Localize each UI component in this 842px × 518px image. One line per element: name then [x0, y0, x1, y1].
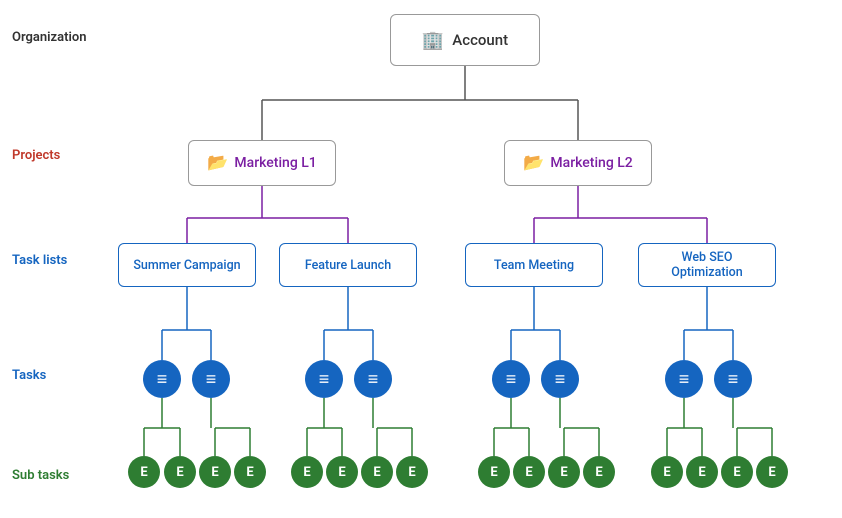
task-circle-7	[665, 360, 703, 398]
label-organization: Organization	[12, 30, 86, 45]
e-icon-7	[373, 465, 380, 480]
e-icon-6	[338, 465, 345, 480]
task-circle-2	[192, 360, 230, 398]
subtask-circle-16	[756, 456, 788, 488]
account-node: 🏢 Account	[390, 14, 540, 66]
task-circle-5	[492, 360, 530, 398]
project-l2-label: Marketing L2	[550, 155, 632, 171]
project-l1-node: 📂 Marketing L1	[188, 140, 336, 186]
subtask-circle-9	[478, 456, 510, 488]
e-icon-2	[176, 465, 183, 480]
tasklist-feature-launch: Feature Launch	[279, 243, 417, 287]
task-circle-3	[305, 360, 343, 398]
e-icon-15	[733, 465, 740, 480]
project-l1-label: Marketing L1	[234, 155, 316, 171]
account-label: Account	[452, 31, 508, 49]
e-icon-13	[663, 465, 670, 480]
task-circle-1	[143, 360, 181, 398]
e-icon-1	[140, 465, 147, 480]
e-icon-3	[211, 465, 218, 480]
task-circle-8	[714, 360, 752, 398]
list-icon-5	[506, 369, 517, 390]
list-icon-8	[728, 369, 739, 390]
e-icon-9	[490, 465, 497, 480]
label-tasks: Tasks	[12, 368, 46, 383]
tasklist-3-label: Team Meeting	[494, 258, 574, 273]
e-icon-16	[768, 465, 775, 480]
list-icon-7	[679, 369, 690, 390]
list-icon-4	[368, 369, 379, 390]
e-icon-10	[525, 465, 532, 480]
e-icon-12	[595, 465, 602, 480]
list-icon-1	[157, 369, 168, 390]
list-icon-6	[555, 369, 566, 390]
tasklist-summer-campaign: Summer Campaign	[118, 243, 256, 287]
subtask-circle-5	[291, 456, 323, 488]
subtask-circle-12	[583, 456, 615, 488]
task-circle-6	[541, 360, 579, 398]
label-tasklists: Task lists	[12, 253, 67, 268]
tasklist-1-label: Summer Campaign	[133, 258, 240, 273]
e-icon-8	[408, 465, 415, 480]
e-icon-11	[560, 465, 567, 480]
subtask-circle-14	[686, 456, 718, 488]
list-icon-3	[319, 369, 330, 390]
label-subtasks: Sub tasks	[12, 468, 69, 483]
subtask-circle-1	[128, 456, 160, 488]
e-icon-14	[698, 465, 705, 480]
subtask-circle-6	[326, 456, 358, 488]
tasklist-web-seo: Web SEO Optimization	[638, 243, 776, 287]
tasklist-team-meeting: Team Meeting	[465, 243, 603, 287]
subtask-circle-2	[164, 456, 196, 488]
subtask-circle-7	[361, 456, 393, 488]
tasklist-4-label: Web SEO Optimization	[645, 250, 769, 280]
subtask-circle-4	[234, 456, 266, 488]
project-l2-node: 📂 Marketing L2	[504, 140, 652, 186]
list-icon-2	[206, 369, 217, 390]
diagram-container: Organization Projects Task lists Tasks S…	[0, 0, 842, 518]
folder-icon-l1: 📂	[207, 153, 228, 173]
subtask-circle-8	[396, 456, 428, 488]
e-icon-5	[303, 465, 310, 480]
subtask-circle-13	[651, 456, 683, 488]
subtask-circle-11	[548, 456, 580, 488]
label-projects: Projects	[12, 148, 60, 163]
task-circle-4	[354, 360, 392, 398]
building-icon: 🏢	[422, 30, 444, 51]
e-icon-4	[246, 465, 253, 480]
folder-icon-l2: 📂	[523, 153, 544, 173]
subtask-circle-10	[513, 456, 545, 488]
subtask-circle-3	[199, 456, 231, 488]
tasklist-2-label: Feature Launch	[305, 258, 391, 273]
subtask-circle-15	[721, 456, 753, 488]
